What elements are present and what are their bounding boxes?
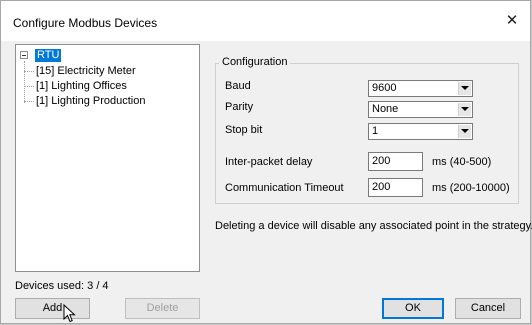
tree-root-label[interactable]: RTU [35, 49, 62, 62]
communication-timeout-label: Communication Timeout [225, 182, 344, 194]
mouse-pointer-icon [63, 304, 76, 323]
tree-item-label[interactable]: [15] Electricity Meter [36, 65, 136, 78]
ok-button[interactable]: OK [382, 298, 444, 319]
communication-timeout-value: 200 [372, 181, 391, 193]
inter-packet-delay-value: 200 [372, 155, 391, 167]
parity-label: Parity [225, 101, 254, 113]
chevron-down-icon[interactable] [458, 125, 471, 138]
tree-connector [24, 71, 34, 72]
tree-item-label[interactable]: [1] Lighting Offices [36, 80, 127, 93]
collapse-minus-icon[interactable] [20, 51, 28, 59]
stop-bit-select[interactable]: 1 [368, 123, 473, 140]
chevron-down-icon[interactable] [458, 103, 471, 116]
title-bar: Configure Modbus Devices ✕ [1, 1, 530, 41]
window-title: Configure Modbus Devices [13, 16, 158, 30]
delete-warning-note: Deleting a device will disable any assoc… [215, 220, 532, 232]
configure-modbus-dialog: Configure Modbus Devices ✕ RTU [15] Elec… [0, 0, 532, 324]
inter-packet-delay-input[interactable]: 200 [368, 152, 423, 171]
inter-packet-delay-range: ms (40-500) [432, 156, 492, 168]
communication-timeout-range: ms (200-10000) [432, 182, 510, 194]
chevron-down-icon[interactable] [458, 82, 471, 95]
add-button[interactable]: Add [15, 298, 90, 319]
tree-connector-line [24, 61, 25, 103]
device-tree[interactable]: RTU [15] Electricity Meter [1] Lighting … [15, 44, 200, 272]
devices-used-count: Devices used: 3 / 4 [15, 280, 109, 292]
delete-button[interactable]: Delete [125, 298, 200, 319]
cancel-button[interactable]: Cancel [455, 298, 521, 319]
parity-select[interactable]: None [368, 101, 473, 118]
close-button[interactable]: ✕ [494, 1, 530, 41]
configuration-group-title: Configuration [219, 56, 291, 68]
stop-bit-label: Stop bit [225, 124, 263, 136]
baud-value: 9600 [372, 82, 397, 94]
baud-label: Baud [225, 80, 251, 92]
parity-value: None [372, 103, 399, 115]
tree-connector [24, 101, 34, 102]
baud-select[interactable]: 9600 [368, 80, 473, 97]
communication-timeout-input[interactable]: 200 [368, 178, 423, 197]
tree-item-label[interactable]: [1] Lighting Production [36, 95, 145, 108]
tree-connector [24, 86, 34, 87]
inter-packet-delay-label: Inter-packet delay [225, 156, 313, 168]
stop-bit-value: 1 [372, 125, 379, 137]
